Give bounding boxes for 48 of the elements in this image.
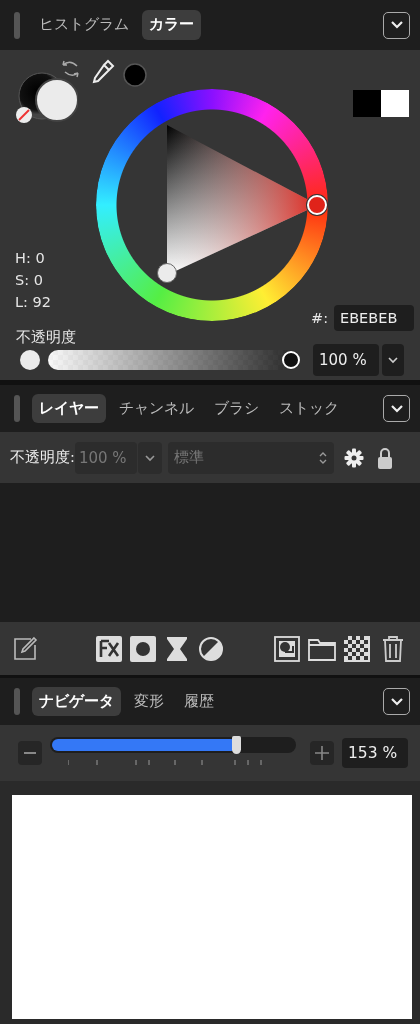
zoom-in-button[interactable] [310,741,334,765]
trash-icon[interactable] [382,635,404,662]
chevron-down-icon [389,403,404,414]
no-color-icon[interactable] [15,106,33,124]
panel-grip[interactable] [14,395,20,422]
plus-icon [315,746,329,760]
swap-arrows-icon[interactable] [60,58,82,80]
hourglass-icon[interactable] [166,635,188,662]
checkerboard-icon[interactable] [344,635,370,662]
chevron-down-icon [144,453,155,462]
zoom-value-field[interactable]: 153 % [342,738,408,768]
color-readout: S: 0 [15,271,43,290]
fx-icon[interactable] [96,635,122,662]
panel-tab[interactable]: カラー [142,10,201,40]
opacity-slider-thumb[interactable] [282,351,300,369]
panel-tab[interactable]: ナビゲータ [32,686,121,717]
panel-grip[interactable] [14,688,20,715]
panel-menu-button[interactable] [383,11,410,39]
opacity-dropdown-button[interactable] [382,344,404,376]
panel-tab[interactable]: 変形 [127,686,171,717]
layer-opacity-label: 不透明度: [10,447,75,467]
hex-label: #: [311,309,329,328]
zoom-out-button[interactable] [18,741,42,765]
preset-swatches[interactable] [353,90,409,117]
opacity-preview-swatch [20,350,40,370]
zoom-slider-thumb[interactable] [231,736,241,754]
chevron-down-icon [389,20,404,30]
opacity-label: 不透明度 [16,328,76,347]
opacity-field[interactable]: 100 % [313,344,379,376]
edit-icon[interactable] [12,635,38,662]
panel-tab[interactable]: ヒストグラム [32,10,136,40]
panel-tab[interactable]: 履歴 [177,686,221,717]
color-readout: L: 92 [15,293,52,312]
lock-icon[interactable] [377,446,392,469]
sampled-color-swatch[interactable] [123,63,147,87]
minus-icon [24,752,36,754]
mask-icon[interactable] [130,635,156,662]
hue-handle[interactable] [307,195,327,215]
chevron-down-icon [388,356,398,365]
image-icon[interactable] [274,635,300,662]
panel-menu-button[interactable] [383,395,410,422]
panel-menu-button[interactable] [383,688,410,715]
chevron-down-icon [389,696,404,707]
hex-field[interactable]: EBEBEB [334,305,414,331]
panel-grip[interactable] [14,11,20,39]
color-readout: H: 0 [15,249,45,268]
half-circle-icon[interactable] [198,635,224,662]
opacity-slider[interactable] [48,350,300,370]
